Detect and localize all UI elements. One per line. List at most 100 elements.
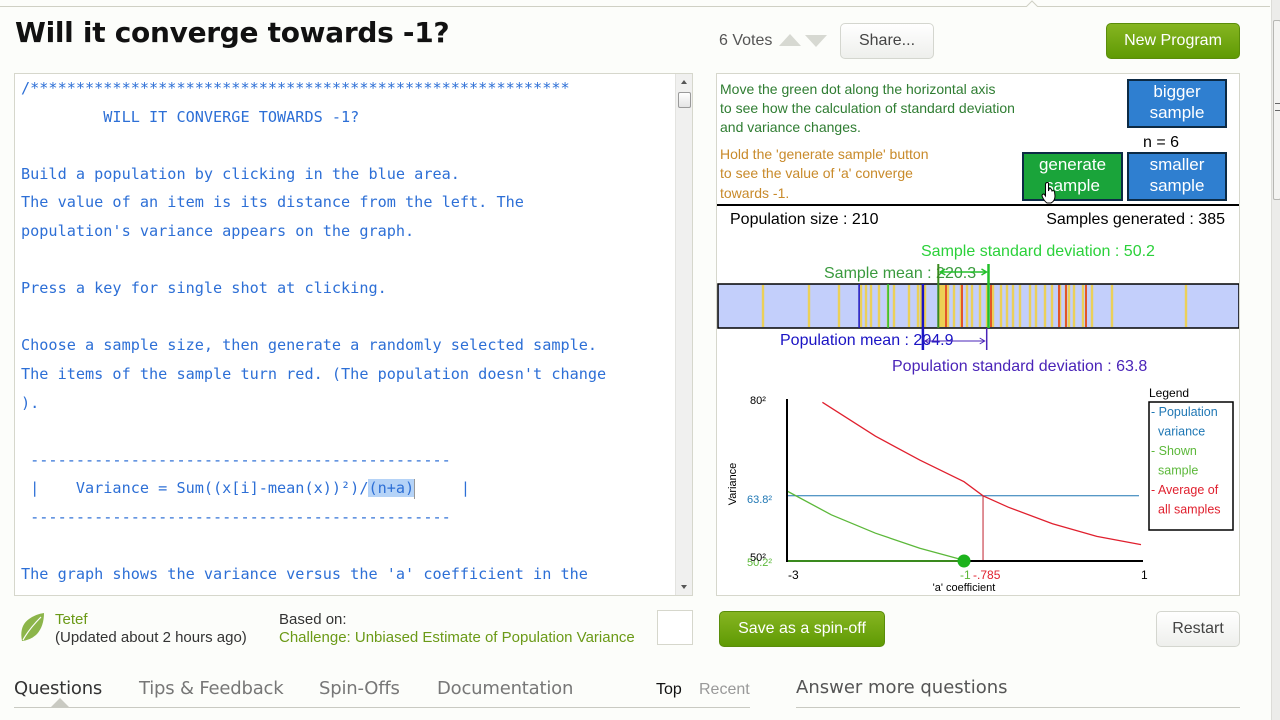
population-item bbox=[916, 285, 920, 327]
population-item bbox=[1043, 285, 1047, 327]
band-background[interactable] bbox=[717, 283, 1239, 329]
code-line[interactable] bbox=[21, 417, 676, 446]
y-tick-label: 80² bbox=[750, 395, 766, 407]
editor-scrollbar[interactable] bbox=[675, 74, 692, 595]
bigger-sample-label-1: bigger bbox=[1153, 82, 1201, 101]
text-cursor bbox=[414, 478, 416, 499]
code-line[interactable]: The value of an item is its distance fro… bbox=[21, 188, 676, 217]
smaller-sample-button[interactable]: smaller sample bbox=[1127, 152, 1227, 201]
generate-sample-label-1: generate bbox=[1038, 155, 1107, 174]
population-item bbox=[1011, 285, 1015, 327]
population-item bbox=[892, 285, 896, 327]
tab-tips-feedback[interactable]: Tips & Feedback bbox=[139, 678, 284, 699]
sample-sd-label: Sample standard deviation : 50.2 bbox=[921, 243, 1155, 260]
average-samples-curve bbox=[822, 401, 1142, 546]
vote-down-icon[interactable] bbox=[805, 35, 827, 47]
active-tab-caret-icon bbox=[50, 698, 70, 708]
generate-sample-button[interactable]: generate sample bbox=[1022, 152, 1123, 201]
x-axis-label: 'a' coefficient bbox=[933, 582, 996, 594]
code-line[interactable]: | Variance = Sum((x[i]-mean(x))²)/(n+a) … bbox=[21, 474, 676, 503]
code-line[interactable]: ----------------------------------------… bbox=[21, 503, 676, 532]
scroll-down-icon[interactable] bbox=[681, 585, 687, 589]
legend-entry-0: variance bbox=[1158, 425, 1205, 439]
population-item bbox=[1110, 285, 1114, 327]
save-spin-off-button[interactable]: Save as a spin-off bbox=[719, 611, 885, 647]
population-item bbox=[877, 285, 881, 327]
sample-size-label: n = 6 bbox=[1143, 134, 1179, 151]
population-item bbox=[991, 285, 995, 327]
population-item bbox=[999, 285, 1003, 327]
population-item bbox=[1184, 285, 1188, 327]
editor-scroll-thumb[interactable] bbox=[678, 92, 691, 108]
instruction-green-1: Move the green dot along the horizontal … bbox=[720, 81, 996, 97]
restart-button[interactable]: Restart bbox=[1156, 611, 1240, 647]
green-dot-handle[interactable] bbox=[957, 554, 971, 568]
sample-item bbox=[1085, 285, 1087, 327]
code-line[interactable]: Choose a sample size, then generate a ra… bbox=[21, 331, 676, 360]
population-item bbox=[978, 285, 982, 327]
bigger-sample-button[interactable]: bigger sample bbox=[1127, 79, 1227, 128]
population-sd-label: Population standard deviation : 63.8 bbox=[892, 358, 1147, 375]
tab-questions[interactable]: Questions bbox=[14, 678, 102, 699]
code-text[interactable]: /***************************************… bbox=[21, 74, 676, 589]
new-program-button[interactable]: New Program bbox=[1106, 23, 1240, 59]
selected-text[interactable]: (n+a) bbox=[368, 479, 415, 498]
top-divider bbox=[0, 6, 1270, 7]
population-item bbox=[1018, 285, 1022, 327]
legend-entry-1: - Shown bbox=[1151, 444, 1197, 458]
code-editor[interactable]: /***************************************… bbox=[14, 73, 693, 596]
instruction-green-2: to see how the calculation of standard d… bbox=[720, 100, 1015, 116]
population-item bbox=[965, 285, 969, 327]
code-line[interactable]: /***************************************… bbox=[21, 74, 676, 103]
instruction-orange-2: to see the value of 'a' converge bbox=[720, 165, 913, 181]
updated-time: (Updated about 2 hours ago) bbox=[55, 629, 247, 646]
x-tick-label: -1 bbox=[960, 568, 971, 582]
sample-mean-label: Sample mean : 220.3 bbox=[824, 265, 976, 282]
x-tick-label: 1 bbox=[1141, 568, 1148, 582]
code-line[interactable]: population's variance appears on the gra… bbox=[21, 217, 676, 246]
instruction-orange-3: towards -1. bbox=[720, 185, 789, 201]
answer-divider bbox=[796, 707, 1240, 708]
code-line[interactable] bbox=[21, 131, 676, 160]
challenge-link[interactable]: Challenge: Unbiased Estimate of Populati… bbox=[279, 629, 635, 646]
population-item bbox=[837, 285, 841, 327]
population-item bbox=[807, 285, 811, 327]
x-tick-label: -3 bbox=[788, 568, 799, 582]
code-line[interactable] bbox=[21, 246, 676, 275]
population-item bbox=[1005, 285, 1009, 327]
hand-cursor-icon bbox=[1041, 182, 1056, 204]
variance-graph[interactable]: 80²63.8²50.2²50²-3 -1 -.785 1'a' coefficien… bbox=[727, 395, 1148, 594]
population-item bbox=[761, 285, 765, 327]
population-item bbox=[1067, 285, 1071, 327]
page-scrollbar[interactable] bbox=[1271, 0, 1280, 720]
code-line[interactable]: Build a population by clicking in the bl… bbox=[21, 160, 676, 189]
code-line[interactable]: The graph shows the variance versus the … bbox=[21, 560, 676, 589]
samples-generated-label: Samples generated : 385 bbox=[1046, 211, 1225, 228]
author-link[interactable]: Tetef bbox=[55, 611, 88, 628]
population-item bbox=[1081, 285, 1085, 327]
code-line[interactable] bbox=[21, 303, 676, 332]
page-scroll-thumb[interactable] bbox=[1273, 20, 1280, 200]
challenge-thumbnail[interactable] bbox=[657, 610, 693, 645]
scroll-up-icon[interactable] bbox=[681, 80, 687, 84]
sort-recent[interactable]: Recent bbox=[699, 681, 750, 699]
answer-more-questions-link[interactable]: Answer more questions bbox=[796, 677, 1008, 698]
code-line[interactable]: Press a key for single shot at clicking. bbox=[21, 274, 676, 303]
population-band[interactable] bbox=[717, 283, 1239, 329]
share-button[interactable]: Share... bbox=[840, 23, 934, 59]
program-canvas[interactable]: Move the green dot along the horizontal … bbox=[716, 73, 1240, 596]
population-item bbox=[1028, 285, 1032, 327]
population-item bbox=[1072, 285, 1076, 327]
code-line[interactable]: The items of the sample turn red. (The p… bbox=[21, 360, 676, 389]
based-on-label: Based on: bbox=[279, 611, 347, 628]
vote-up-icon[interactable] bbox=[779, 34, 801, 46]
tab-documentation[interactable]: Documentation bbox=[437, 678, 573, 699]
code-line[interactable]: ----------------------------------------… bbox=[21, 446, 676, 475]
code-line[interactable]: ). bbox=[21, 389, 676, 418]
sort-top[interactable]: Top bbox=[656, 681, 682, 699]
code-line[interactable]: WILL IT CONVERGE TOWARDS -1? bbox=[21, 103, 676, 132]
code-line[interactable] bbox=[21, 532, 676, 561]
population-item bbox=[1050, 285, 1054, 327]
tab-spin-offs[interactable]: Spin-Offs bbox=[319, 678, 400, 699]
population-item bbox=[1034, 285, 1038, 327]
